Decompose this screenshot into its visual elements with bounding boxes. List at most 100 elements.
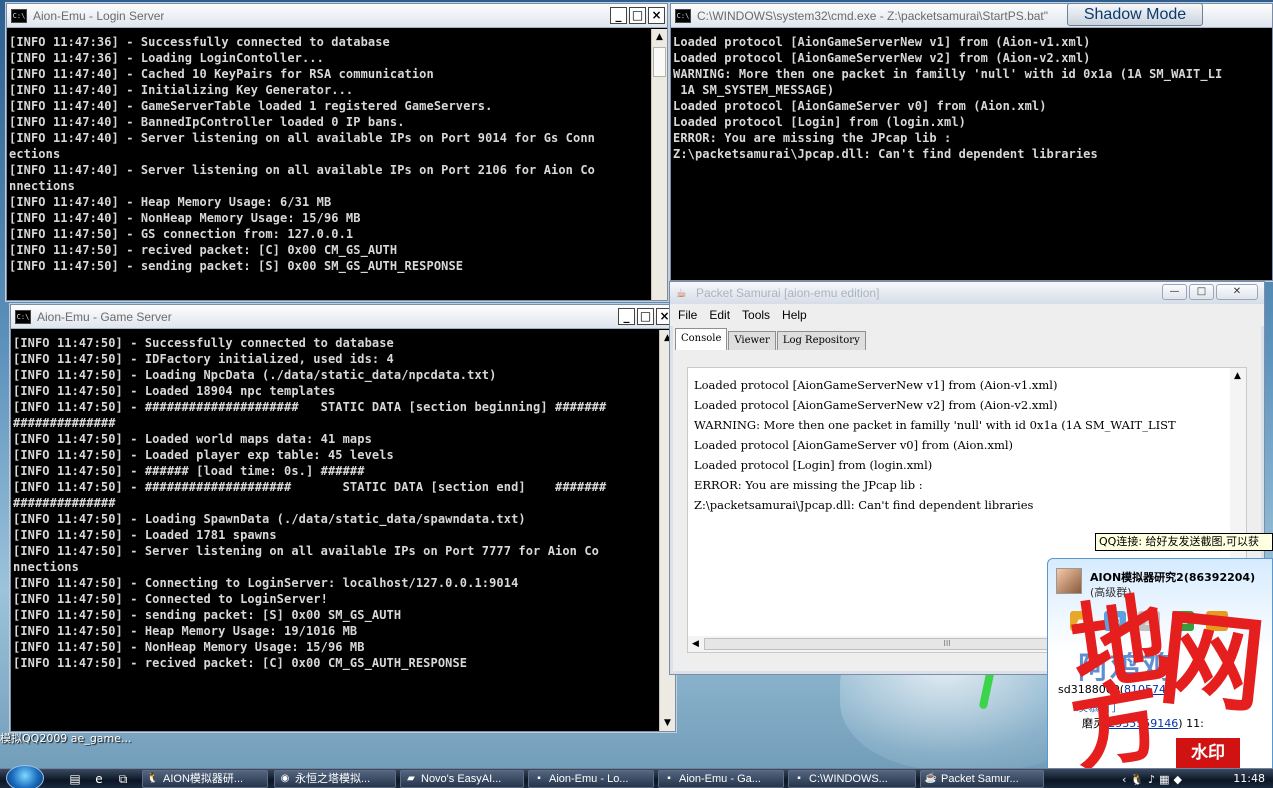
browser-icon: ◉ [280,773,290,784]
console-line: [INFO 11:47:36] - Successfully connected… [9,35,390,49]
console-line: [INFO 11:47:50] - Loaded player exp tabl… [13,448,394,462]
taskbar-item-login-server[interactable]: ▪ Aion-Emu - Lo... [528,770,654,788]
console-line: [INFO 11:47:40] - Initializing Key Gener… [9,83,354,97]
folder-icon[interactable]: ▤ [68,772,82,786]
taskbar-item-aion-group[interactable]: 🐧 AION模拟器研... [142,770,268,788]
qq-tray-icon[interactable]: 🐧 [1130,773,1144,786]
console-icon: ▪ [797,773,801,784]
console-line: Z:\packetsamurai\Jpcap.dll: Can't find d… [694,498,1034,512]
close-button[interactable]: ✕ [1216,284,1258,300]
packet-samurai-title: Packet Samurai [aion-emu edition] [696,286,880,300]
packetsamurai-cmd-window[interactable]: C:\ C:\WINDOWS\system32\cmd.exe - Z:\pac… [670,3,1273,281]
console-line: [INFO 11:47:40] - BannedIpController loa… [9,115,405,129]
taskbar-item-cmd[interactable]: ▪ C:\WINDOWS... [788,770,916,788]
tab-log-repository[interactable]: Log Repository [776,331,866,350]
console-line: [INFO 11:47:50] - ##################### … [13,400,607,414]
shadow-mode-button[interactable]: Shadow Mode [1067,3,1203,26]
tray-expand-icon[interactable]: ‹ [1122,773,1126,786]
network-icon[interactable]: ▦ [1159,773,1169,786]
menu-file[interactable]: File [678,308,697,322]
minimize-button[interactable]: — [1162,284,1187,300]
watermark-glyph: 网 [1153,594,1271,729]
security-icon[interactable]: ◆ [1174,773,1182,786]
window-switch-icon[interactable]: ⧉ [116,772,130,786]
qq-group-name: AION模拟器研究2(86392204) [1090,571,1256,584]
tab-bar: Console Viewer Log Repository [673,326,1261,350]
console-line: Loaded protocol [AionGameServer v0] from… [694,438,1014,452]
menu-edit[interactable]: Edit [709,308,730,322]
scroll-up-icon[interactable]: ▲ [652,29,667,45]
game-server-window[interactable]: C:\ Aion-Emu - Game Server _ □ × [INFO 1… [10,304,676,732]
taskbar: ▤ e ⧉ 🐧 AION模拟器研... ◉ 永恒之塔模拟... ▰ Novo's Ea… [0,765,1273,788]
taskbar-item-novo[interactable]: ▰ Novo's EasyAI... [400,770,524,788]
maximize-button[interactable]: □ [629,7,646,24]
login-server-titlebar[interactable]: C:\ Aion-Emu - Login Server _ □ × [7,4,667,28]
console-line: Loaded protocol [AionGameServerNew v2] f… [694,398,1058,412]
console-line: [INFO 11:47:50] - #################### S… [13,480,607,494]
console-line: [INFO 11:47:50] - Loading SpawnData (./d… [13,512,526,526]
console-line: [INFO 11:47:50] - Successfully connected… [13,336,394,350]
taskbar-item-forum[interactable]: ◉ 永恒之塔模拟... [274,770,396,788]
console-line: Loaded protocol [AionGameServer v0] from… [673,99,1047,113]
avatar[interactable] [1056,568,1082,594]
qq-icon: 🐧 [146,773,160,784]
console-icon: ▪ [667,773,671,784]
console-line: nnections [13,560,79,574]
taskbar-item-game-server[interactable]: ▪ Aion-Emu - Ga... [658,770,784,788]
tab-console[interactable]: Console [675,328,728,350]
console-line: [INFO 11:47:40] - NonHeap Memory Usage: … [9,211,361,225]
console-line: [INFO 11:47:50] - Heap Memory Usage: 19/… [13,624,358,638]
console-line: WARNING: More then one packet in familly… [694,418,1176,432]
watermark-badge: 水印 [1176,738,1240,768]
minimize-button[interactable]: _ [618,308,635,325]
console-line: [INFO 11:47:40] - Server listening on al… [9,163,595,177]
scroll-thumb[interactable] [653,47,666,77]
qq-tooltip: QQ连接: 给好友发送截图,可以获 [1095,533,1273,551]
console-icon: ▪ [537,773,541,784]
login-server-window[interactable]: C:\ Aion-Emu - Login Server _ □ × [INFO … [6,3,668,301]
desktop-icon-label[interactable]: 模拟QQ2009 ae_game... [0,730,160,746]
console-line: [INFO 11:47:50] - Loaded world maps data… [13,432,372,446]
tab-viewer[interactable]: Viewer [728,331,776,350]
console-line: Loaded protocol [AionGameServerNew v2] f… [673,51,1091,65]
menu-help[interactable]: Help [782,308,807,322]
packet-samurai-titlebar[interactable]: ☕ Packet Samurai [aion-emu edition] — □ … [670,282,1264,304]
console-line: 1A SM_SYSTEM_MESSAGE) [673,83,835,97]
scroll-up-icon[interactable]: ▲ [1230,368,1245,384]
game-server-titlebar[interactable]: C:\ Aion-Emu - Game Server _ □ × [11,305,675,329]
clock[interactable]: 11:48 [1233,772,1265,785]
console-line: nnections [9,179,75,193]
login-server-console: [INFO 11:47:36] - Successfully connected… [7,29,651,300]
console-line: [INFO 11:47:50] - Connecting to LoginSer… [13,576,519,590]
scroll-left-icon[interactable]: ◀ [688,636,703,652]
packetsamurai-cmd-title: C:\WINDOWS\system32\cmd.exe - Z:\packets… [697,8,1049,23]
login-server-scrollbar[interactable]: ▲ [651,29,667,300]
taskbar-item-packet-samurai[interactable]: ☕ Packet Samur... [920,770,1044,788]
minimize-button[interactable]: _ [610,7,627,24]
console-line: [INFO 11:47:40] - GameServerTable loaded… [9,99,493,113]
folder-icon: ▰ [407,773,415,784]
volume-icon[interactable]: ♪ [1148,773,1155,786]
maximize-button[interactable]: □ [1189,284,1214,300]
maximize-button[interactable]: □ [637,308,654,325]
console-line: [INFO 11:47:40] - Server listening on al… [9,131,595,145]
console-line: [INFO 11:47:50] - sending packet: [S] 0x… [9,259,464,273]
console-line: [INFO 11:47:50] - ###### [load time: 0s.… [13,464,365,478]
console-icon: C:\ [15,309,31,324]
game-server-title: Aion-Emu - Game Server [37,309,172,324]
close-button[interactable]: × [648,7,665,24]
start-button[interactable] [6,765,44,788]
login-server-title: Aion-Emu - Login Server [33,8,165,23]
java-cup-icon: ☕ [676,286,687,300]
console-icon: C:\ [11,8,27,23]
console-line: Loaded protocol [Login] from (login.xml) [673,115,966,129]
menu-tools[interactable]: Tools [742,308,770,322]
console-line: [INFO 11:47:40] - Cached 10 KeyPairs for… [9,67,434,81]
console-line: [INFO 11:47:36] - Loading LoginContoller… [9,51,324,65]
console-line: ections [9,147,61,161]
browser-icon[interactable]: e [92,772,106,786]
console-line: Z:\packetsamurai\Jpcap.dll: Can't find d… [673,147,1098,161]
console-line: ############## [13,496,116,510]
scroll-down-icon[interactable]: ▼ [660,715,675,731]
console-line: [INFO 11:47:50] - GS connection from: 12… [9,227,354,241]
